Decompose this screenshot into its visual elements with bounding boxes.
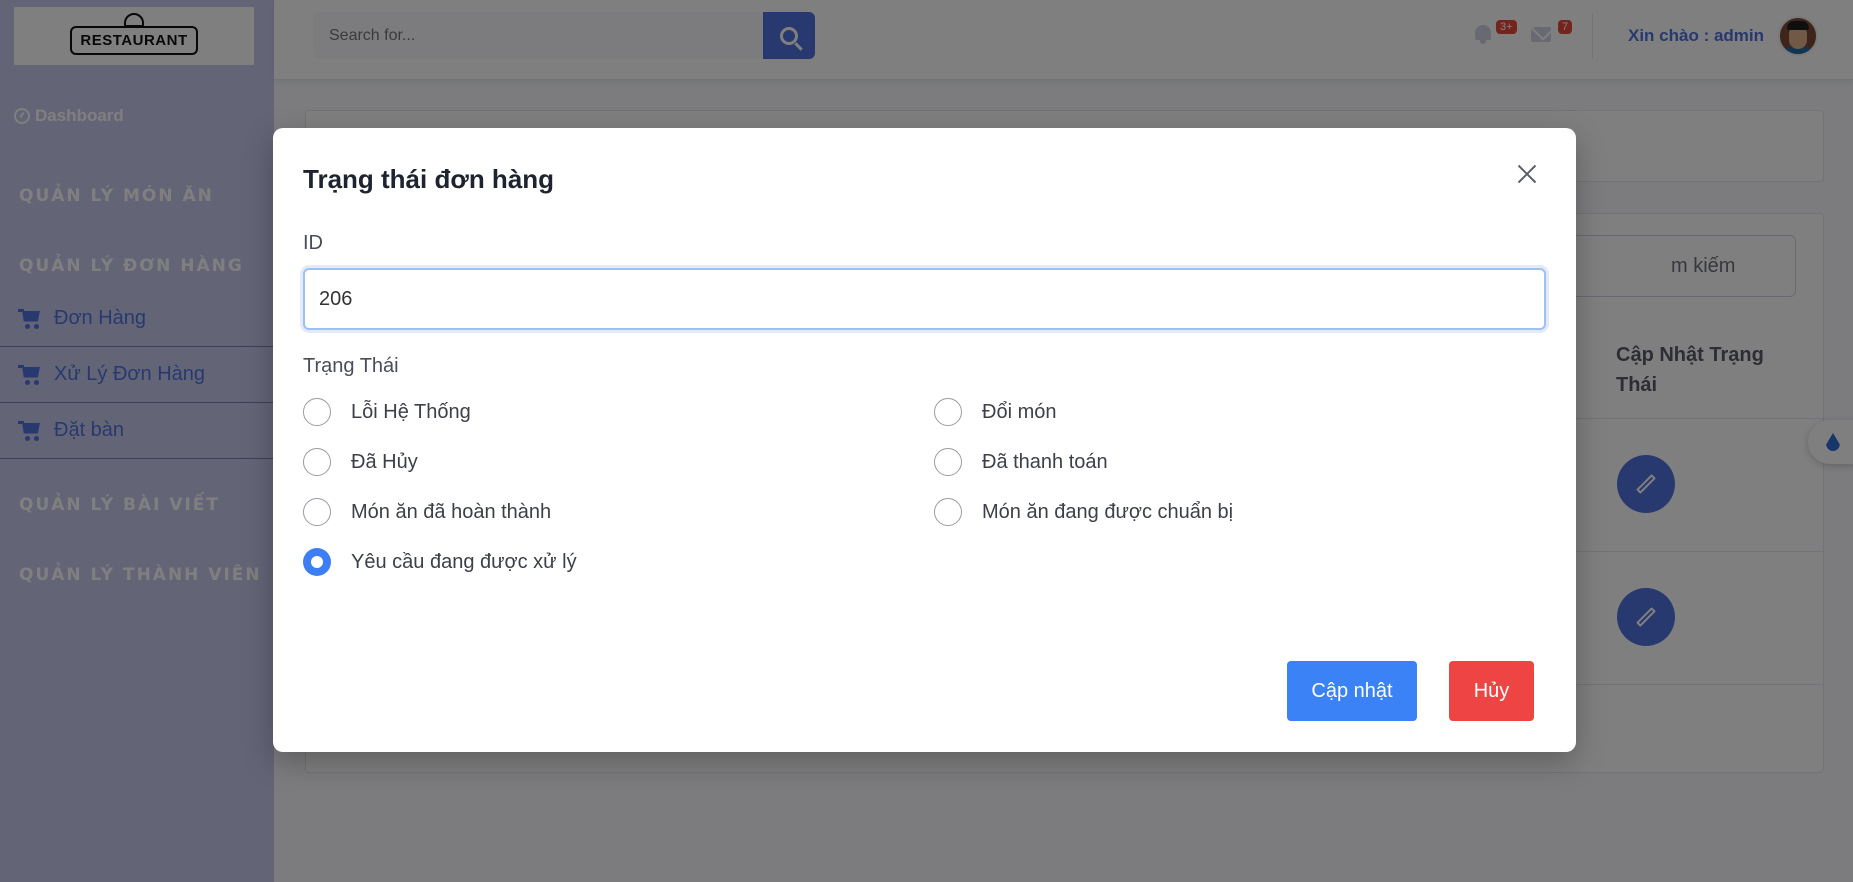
radio-label: Lỗi Hệ Thống	[351, 400, 471, 423]
status-label: Trạng Thái	[303, 355, 399, 377]
radio-button[interactable]	[303, 398, 331, 426]
radio-button[interactable]	[934, 398, 962, 426]
radio-option[interactable]: Đổi món	[934, 398, 1056, 426]
radio-label: Món ăn đã hoàn thành	[351, 500, 552, 523]
radio-button[interactable]	[303, 448, 331, 476]
id-field[interactable]	[303, 268, 1546, 330]
radio-option[interactable]: Món ăn đang được chuẩn bị	[934, 498, 1233, 526]
radio-label: Món ăn đang được chuẩn bị	[982, 500, 1234, 523]
radio-label: Đã Hủy	[351, 450, 418, 473]
radio-option[interactable]: Món ăn đã hoàn thành	[303, 498, 551, 526]
modal-title: Trạng thái đơn hàng	[303, 164, 555, 194]
radio-button[interactable]	[303, 498, 331, 526]
radio-option[interactable]: Yêu cầu đang được xử lý	[303, 548, 577, 576]
radio-button[interactable]	[934, 498, 962, 526]
order-status-modal: Trạng thái đơn hàng ID Trạng Thái Lỗi Hệ…	[273, 128, 1576, 752]
radio-button-selected[interactable]	[303, 548, 331, 576]
radio-label: Đã thanh toán	[982, 450, 1108, 473]
radio-option[interactable]: Đã Hủy	[303, 448, 418, 476]
cancel-button[interactable]: Hủy	[1449, 661, 1534, 721]
close-icon[interactable]	[1513, 160, 1541, 188]
radio-button[interactable]	[934, 448, 962, 476]
update-button[interactable]: Cập nhật	[1287, 661, 1417, 721]
radio-label: Yêu cầu đang được xử lý	[351, 550, 577, 573]
id-label: ID	[303, 232, 323, 254]
radio-option[interactable]: Lỗi Hệ Thống	[303, 398, 471, 426]
radio-label: Đổi món	[982, 400, 1057, 423]
radio-option[interactable]: Đã thanh toán	[934, 448, 1108, 476]
